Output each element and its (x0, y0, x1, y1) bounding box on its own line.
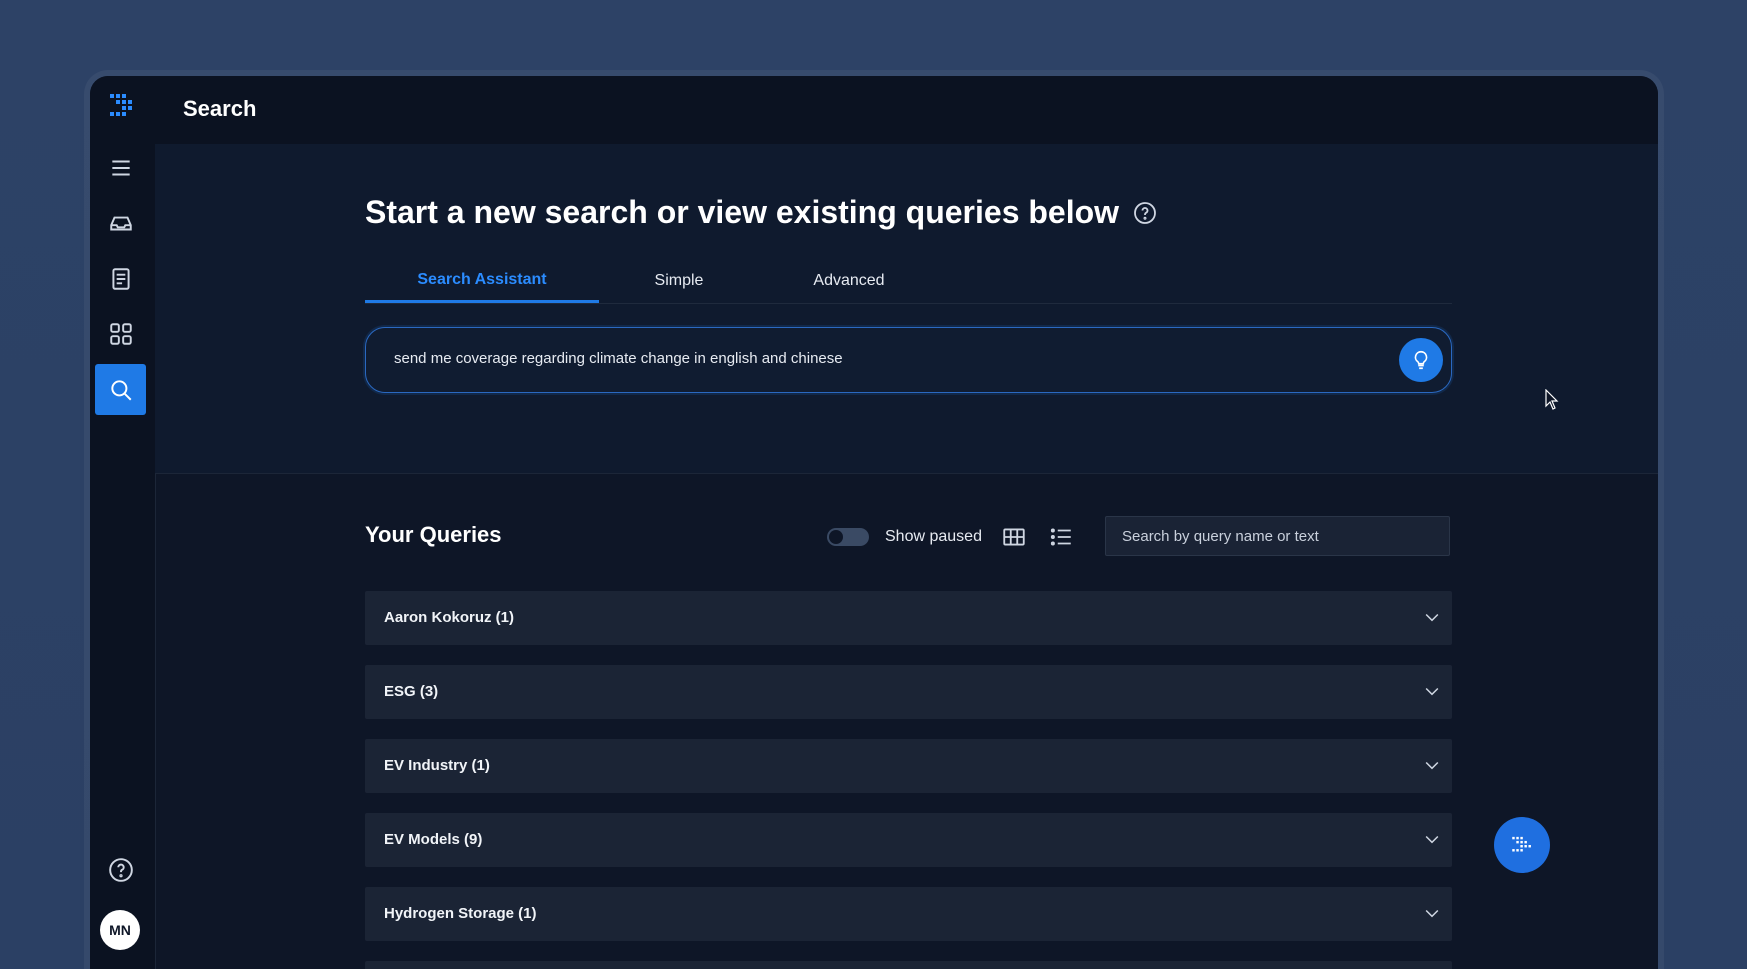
show-paused-label: Show paused (885, 528, 982, 545)
list-view-button[interactable] (1048, 524, 1074, 550)
query-group-label: Aaron Kokoruz (1) (384, 609, 515, 626)
chevron-down-icon (1422, 903, 1442, 923)
query-group[interactable]: EV Models (9) (365, 813, 1452, 867)
query-search-input[interactable] (1106, 517, 1449, 555)
menu-icon (111, 160, 130, 175)
query-search-field[interactable] (1105, 516, 1450, 556)
help-button[interactable] (95, 844, 146, 895)
search-mode-tabs: Search Assistant Simple Advanced (365, 259, 1452, 304)
hero-heading-text: Start a new search or view existing quer… (365, 194, 1120, 230)
chevron-down-icon (1422, 681, 1442, 701)
mouse-cursor-icon (1545, 389, 1559, 410)
tab-search-assistant[interactable]: Search Assistant (365, 259, 599, 303)
hero-heading: Start a new search or view existing quer… (365, 194, 1157, 231)
grid-view-button[interactable] (1001, 524, 1027, 550)
help-icon (108, 857, 133, 882)
assistant-fab-button[interactable] (1494, 817, 1550, 873)
sidebar-item-inbox[interactable] (95, 197, 146, 248)
search-hero: Start a new search or view existing quer… (155, 144, 1658, 474)
document-icon (111, 267, 130, 290)
grid-view-icon (1003, 528, 1025, 546)
avatar[interactable]: MN (100, 910, 140, 950)
sidebar: MN (90, 76, 156, 969)
search-assistant-input[interactable]: send me coverage regarding climate chang… (365, 327, 1452, 393)
apps-grid-icon (109, 322, 132, 345)
query-group[interactable]: EV Industry (1) (365, 739, 1452, 793)
chevron-down-icon (1422, 755, 1442, 775)
sidebar-item-documents[interactable] (95, 253, 146, 304)
query-group-label: Hydrogen Storage (1) (384, 905, 537, 922)
sidebar-item-search[interactable] (95, 364, 146, 415)
lightbulb-icon (1414, 350, 1428, 370)
help-circle-icon[interactable] (1133, 201, 1157, 225)
sidebar-item-apps[interactable] (95, 308, 146, 359)
queries-title: Your Queries (365, 522, 502, 547)
brand-logo[interactable] (106, 90, 138, 122)
top-bar: Search (155, 76, 1658, 145)
search-icon (110, 379, 131, 400)
query-group[interactable]: Hydrogen Storage (1) (365, 887, 1452, 941)
query-group-label: EV Models (9) (384, 831, 483, 848)
chevron-down-icon (1422, 607, 1442, 627)
tab-simple[interactable]: Simple (599, 259, 759, 302)
list-view-icon (1050, 528, 1071, 546)
query-group-label: EV Industry (1) (384, 757, 490, 774)
inbox-icon (109, 216, 132, 230)
app-window: MN Search Start a new search or view exi… (90, 76, 1658, 969)
search-assistant-text: send me coverage regarding climate chang… (394, 350, 843, 367)
queries-header: Your Queries Show paused (365, 516, 1452, 558)
query-group-label: ESG (3) (384, 683, 439, 700)
query-group[interactable] (365, 961, 1452, 969)
query-group[interactable]: Aaron Kokoruz (1) (365, 591, 1452, 645)
suggest-button[interactable] (1399, 338, 1443, 382)
tab-advanced[interactable]: Advanced (759, 259, 939, 302)
chevron-down-icon (1422, 829, 1442, 849)
show-paused-toggle[interactable] (827, 528, 869, 546)
sidebar-item-menu[interactable] (95, 142, 146, 193)
brand-logo-icon (1512, 836, 1531, 852)
page-title: Search (183, 96, 257, 121)
query-group[interactable]: ESG (3) (365, 665, 1452, 719)
